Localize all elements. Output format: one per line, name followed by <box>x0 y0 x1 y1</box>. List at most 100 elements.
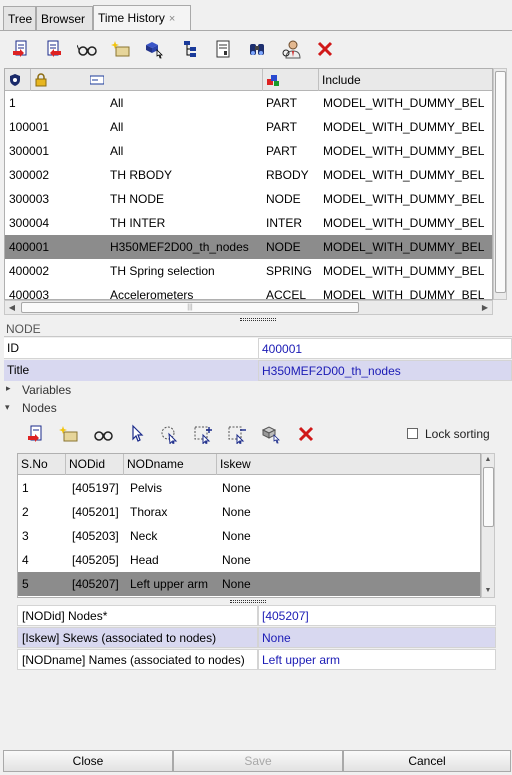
nodes-table-row[interactable]: 5 [405207] Left upper arm None <box>18 572 480 596</box>
table-row[interactable]: 300001 All PART MODEL_WITH_DUMMY_BEL <box>5 139 492 163</box>
title-value-field[interactable]: H350MEF2D00_th_nodes <box>258 360 512 381</box>
table-row[interactable]: 1 All PART MODEL_WITH_DUMMY_BEL <box>5 91 492 115</box>
id-column-header[interactable] <box>5 69 31 91</box>
nodes-scroll-down-icon[interactable]: ▼ <box>482 585 494 597</box>
nodes-import-icon[interactable] <box>25 423 47 445</box>
lock-sorting-checkbox[interactable] <box>407 428 418 439</box>
nodes-section-label[interactable]: Nodes <box>22 401 57 415</box>
top-splitter-handle[interactable] <box>240 318 276 321</box>
row-type-cell: PART <box>266 120 297 134</box>
title-column-header[interactable] <box>87 69 263 91</box>
variables-section-label[interactable]: Variables <box>22 383 71 397</box>
nodes-table[interactable]: S.No NODid NODname Iskew 1 [405197] Pelvis… <box>17 453 481 598</box>
nodes-pick-circle-icon[interactable] <box>158 423 180 445</box>
tab-browser[interactable]: Browser <box>36 6 93 30</box>
table-row[interactable]: 300002 TH RBODY RBODY MODEL_WITH_DUMMY_BEL <box>5 163 492 187</box>
row-id-cell: 400001 <box>9 240 50 254</box>
table-row[interactable]: 400003 Accelerometers ACCEL MODEL_WITH_DUMM… <box>5 283 492 300</box>
lock-column-header[interactable] <box>31 69 57 91</box>
select-icon[interactable] <box>143 38 165 60</box>
nodes-add-box-icon[interactable] <box>192 423 214 445</box>
id-shield-icon <box>10 74 20 86</box>
nodes-scroll-up-icon[interactable]: ▲ <box>482 454 494 466</box>
table-row[interactable]: 100001 All PART MODEL_WITH_DUMMY_BEL <box>5 115 492 139</box>
tab-divider <box>0 30 512 31</box>
row-type-cell: PART <box>266 96 297 110</box>
create-icon[interactable] <box>110 38 132 60</box>
node-id-cell: [405205] <box>72 553 119 567</box>
tab-tree[interactable]: Tree <box>3 6 36 30</box>
tab-time-history-label: Time History <box>98 11 165 25</box>
nodes-review-icon[interactable] <box>92 423 114 445</box>
close-button[interactable]: Close <box>3 750 173 772</box>
id-value-field[interactable]: 400001 <box>258 338 512 359</box>
row-id-cell: 400002 <box>9 264 50 278</box>
table-horizontal-thumb[interactable]: ||| <box>21 302 359 313</box>
delete-icon[interactable] <box>314 38 336 60</box>
attr-names-value[interactable]: Left upper arm <box>258 649 496 670</box>
node-name-cell: Head <box>130 553 159 567</box>
nodes-splitter-handle[interactable] <box>230 600 266 603</box>
node-name-cell: Neck <box>130 529 158 543</box>
export-icon[interactable] <box>42 38 64 60</box>
node-id-cell: [405207] <box>72 577 119 591</box>
table-row[interactable]: 400001 H350MEF2D00_th_nodes NODE MODEL_WITH… <box>5 235 492 259</box>
nodes-vertical-scrollbar[interactable]: ▲ ▼ <box>481 453 495 598</box>
card-icon[interactable] <box>212 38 234 60</box>
nodes-table-row[interactable]: 4 [405205] Head None <box>18 548 480 572</box>
tab-time-history[interactable]: Time History × <box>93 5 191 30</box>
row-type-cell: ACCEL <box>266 288 307 300</box>
tree-icon[interactable] <box>178 38 200 60</box>
nodes-remove-box-icon[interactable] <box>226 423 248 445</box>
row-id-cell: 400003 <box>9 288 50 300</box>
nodes-table-row[interactable]: 2 [405201] Thorax None <box>18 500 480 524</box>
find-icon[interactable] <box>246 38 268 60</box>
tab-close-icon[interactable]: × <box>169 13 175 25</box>
entity-table[interactable]: Include 1 All PART MODEL_WITH_DUMMY_BEL 1000… <box>4 68 493 300</box>
row-type-cell: RBODY <box>266 168 309 182</box>
table-vertical-thumb[interactable] <box>495 71 506 293</box>
node-name-cell: Left upper arm <box>130 577 209 591</box>
user-icon[interactable] <box>281 38 303 60</box>
table-horizontal-scrollbar[interactable]: ◀ ||| ▶ <box>4 300 493 315</box>
row-id-cell: 300004 <box>9 216 50 230</box>
nodes-create-icon[interactable] <box>58 423 80 445</box>
review-icon[interactable] <box>76 38 98 60</box>
attr-skews-label: [Iskew] Skews (associated to nodes) <box>17 627 258 648</box>
table-vertical-scrollbar[interactable] <box>493 68 507 300</box>
type-column-header[interactable] <box>263 69 319 91</box>
nodes-table-header: S.No NODid NODname Iskew <box>18 454 480 475</box>
nodes-table-row[interactable]: 3 [405203] Neck None <box>18 524 480 548</box>
nodes-table-row[interactable]: 1 [405197] Pelvis None <box>18 476 480 500</box>
tab-tree-label: Tree <box>8 12 33 26</box>
nodes-select-entity-icon[interactable] <box>260 423 282 445</box>
cancel-button[interactable]: Cancel <box>343 750 511 772</box>
nodes-col-nodid[interactable]: NODid <box>66 454 124 475</box>
node-id-cell: [405197] <box>72 481 119 495</box>
table-row[interactable]: 400002 TH Spring selection SPRING MODEL_WIT… <box>5 259 492 283</box>
nodes-collapse-icon[interactable]: ▾ <box>5 402 10 413</box>
nodes-pick-icon[interactable] <box>126 423 148 445</box>
attr-nodes-value[interactable]: [405207] <box>258 605 496 626</box>
row-title-cell: TH Spring selection <box>110 264 215 278</box>
nodes-col-iskew[interactable]: Iskew <box>217 454 480 475</box>
table-row[interactable]: 300004 TH INTER INTER MODEL_WITH_DUMMY_BEL <box>5 211 492 235</box>
attr-skews-value[interactable]: None <box>258 627 496 648</box>
nodes-delete-icon[interactable] <box>295 423 317 445</box>
nodes-vertical-thumb[interactable] <box>483 467 494 527</box>
scroll-left-arrow-icon[interactable]: ◀ <box>5 301 19 314</box>
row-title-cell: TH INTER <box>110 216 166 230</box>
node-name-cell: Thorax <box>130 505 168 519</box>
lock-sorting-label: Lock sorting <box>425 427 490 441</box>
node-sno-cell: 3 <box>22 529 29 543</box>
table-row[interactable]: 300003 TH NODE NODE MODEL_WITH_DUMMY_BEL <box>5 187 492 211</box>
nodes-col-nodname[interactable]: NODname <box>124 454 217 475</box>
nodes-col-sno[interactable]: S.No <box>18 454 66 475</box>
tab-browser-label: Browser <box>41 12 86 26</box>
scroll-right-arrow-icon[interactable]: ▶ <box>478 301 492 314</box>
row-title-cell: All <box>110 120 124 134</box>
save-button[interactable]: Save <box>173 750 343 772</box>
import-icon[interactable] <box>10 38 32 60</box>
include-column-header[interactable]: Include <box>319 69 492 91</box>
variables-expand-icon[interactable]: ▸ <box>6 383 11 394</box>
